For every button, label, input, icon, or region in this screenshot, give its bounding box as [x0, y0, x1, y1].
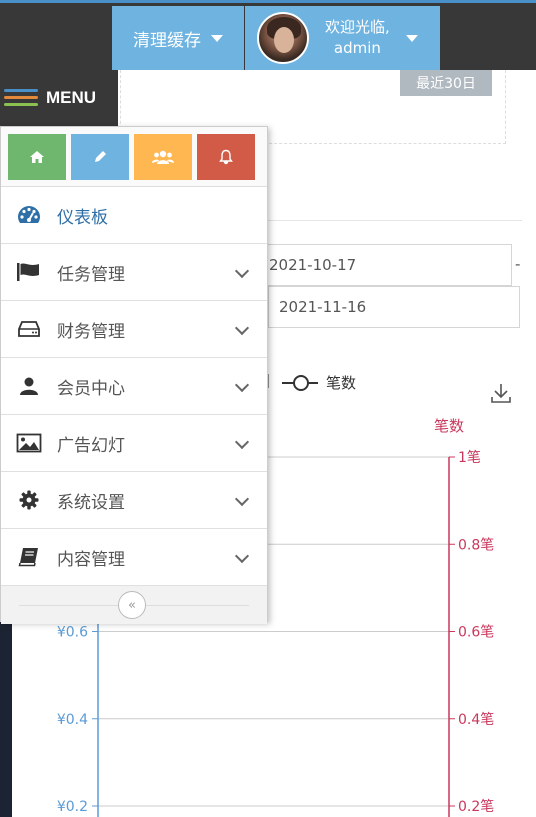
pencil-icon [95, 151, 106, 162]
hdd-icon [18, 321, 40, 337]
sidebar-item-content[interactable]: 内容管理 [1, 529, 267, 586]
right-axis-tick-label: 0.8笔 [458, 537, 494, 553]
sidebar-item-ads[interactable]: 广告幻灯 [1, 415, 267, 472]
right-axis-tick-label: 0.4笔 [458, 712, 494, 728]
sidebar-shortcuts [1, 127, 267, 187]
chart-legend-item[interactable]: 笔数 [282, 372, 356, 393]
caret-down-icon [405, 34, 418, 42]
clear-cache-button[interactable]: 清理缓存 [112, 6, 244, 70]
right-axis-tick-label: 0.6笔 [458, 625, 494, 641]
clear-cache-label: 清理缓存 [133, 30, 201, 51]
shortcut-home-button[interactable] [8, 134, 66, 180]
sidebar-item-tasks[interactable]: 任务管理 [1, 244, 267, 301]
sidebar-item-members[interactable]: 会员中心 [1, 358, 267, 415]
sidebar-item-label: 系统设置 [57, 492, 125, 513]
hamburger-icon [4, 89, 38, 107]
chevron-down-icon [234, 377, 250, 393]
cog-icon [19, 490, 39, 510]
right-axis-title: 笔数 [434, 417, 464, 435]
shortcut-users-button[interactable] [134, 134, 192, 180]
tachometer-icon [18, 206, 40, 223]
chevron-down-icon [234, 548, 250, 564]
sidebar-item-label: 仪表板 [57, 207, 108, 228]
download-icon[interactable] [490, 382, 512, 404]
left-axis-tick-label: ¥0.6 [57, 625, 88, 641]
sidebar-item-label: 会员中心 [57, 378, 125, 399]
menu-toggle-button[interactable]: MENU [0, 70, 118, 126]
sidebar-item-label: 任务管理 [57, 264, 125, 285]
chevron-down-icon [234, 320, 250, 336]
chevron-down-icon [234, 434, 250, 450]
legend-label: 笔数 [326, 374, 357, 392]
picture-icon [16, 433, 42, 453]
top-navbar: 清理缓存 欢迎光临, admin [0, 0, 536, 70]
home-icon [30, 151, 44, 163]
bell-icon [219, 149, 233, 165]
shortcut-notifications-button[interactable] [197, 134, 255, 180]
flag-icon [17, 263, 39, 281]
recent-30-days-button[interactable]: 最近30日 [400, 70, 492, 96]
sidebar-item-label: 广告幻灯 [57, 435, 125, 456]
user-menu-button[interactable]: 欢迎光临, admin [245, 6, 440, 70]
left-axis-tick-label: ¥0.2 [57, 799, 88, 815]
chevron-down-icon [234, 263, 250, 279]
shortcut-edit-button[interactable] [71, 134, 129, 180]
sidebar-item-dashboard[interactable]: 仪表板 [1, 187, 267, 244]
left-axis-tick-label: ¥0.4 [57, 712, 88, 728]
date-start-input[interactable]: 2021-10-17 [258, 244, 512, 286]
sidebar-item-label: 财务管理 [57, 321, 125, 342]
caret-down-icon [211, 34, 223, 42]
welcome-greeting: 欢迎光临, [325, 18, 390, 36]
book-icon [18, 548, 38, 567]
date-separator: - [515, 255, 521, 273]
welcome-text: 欢迎光临, admin [325, 17, 390, 59]
avatar [257, 12, 309, 64]
sidebar: 仪表板 任务管理 财务管理 会员中心 广告幻灯 系统设置 内容管理 « [0, 126, 268, 624]
date-end-input[interactable]: 2021-11-16 [268, 286, 520, 328]
right-axis-tick-label: 1笔 [458, 450, 481, 466]
line-circle-icon [282, 374, 318, 391]
sidebar-collapse-row: « [1, 586, 267, 624]
sidebar-item-label: 内容管理 [57, 549, 125, 570]
sidebar-item-finance[interactable]: 财务管理 [1, 301, 267, 358]
right-axis-tick-label: 0.2笔 [458, 799, 494, 815]
welcome-username: admin [333, 39, 381, 57]
menu-label: MENU [46, 88, 97, 107]
chevron-down-icon [234, 491, 250, 507]
users-icon [152, 150, 174, 164]
sidebar-item-settings[interactable]: 系统设置 [1, 472, 267, 529]
sidebar-collapse-button[interactable]: « [118, 591, 146, 619]
user-icon [20, 377, 38, 395]
